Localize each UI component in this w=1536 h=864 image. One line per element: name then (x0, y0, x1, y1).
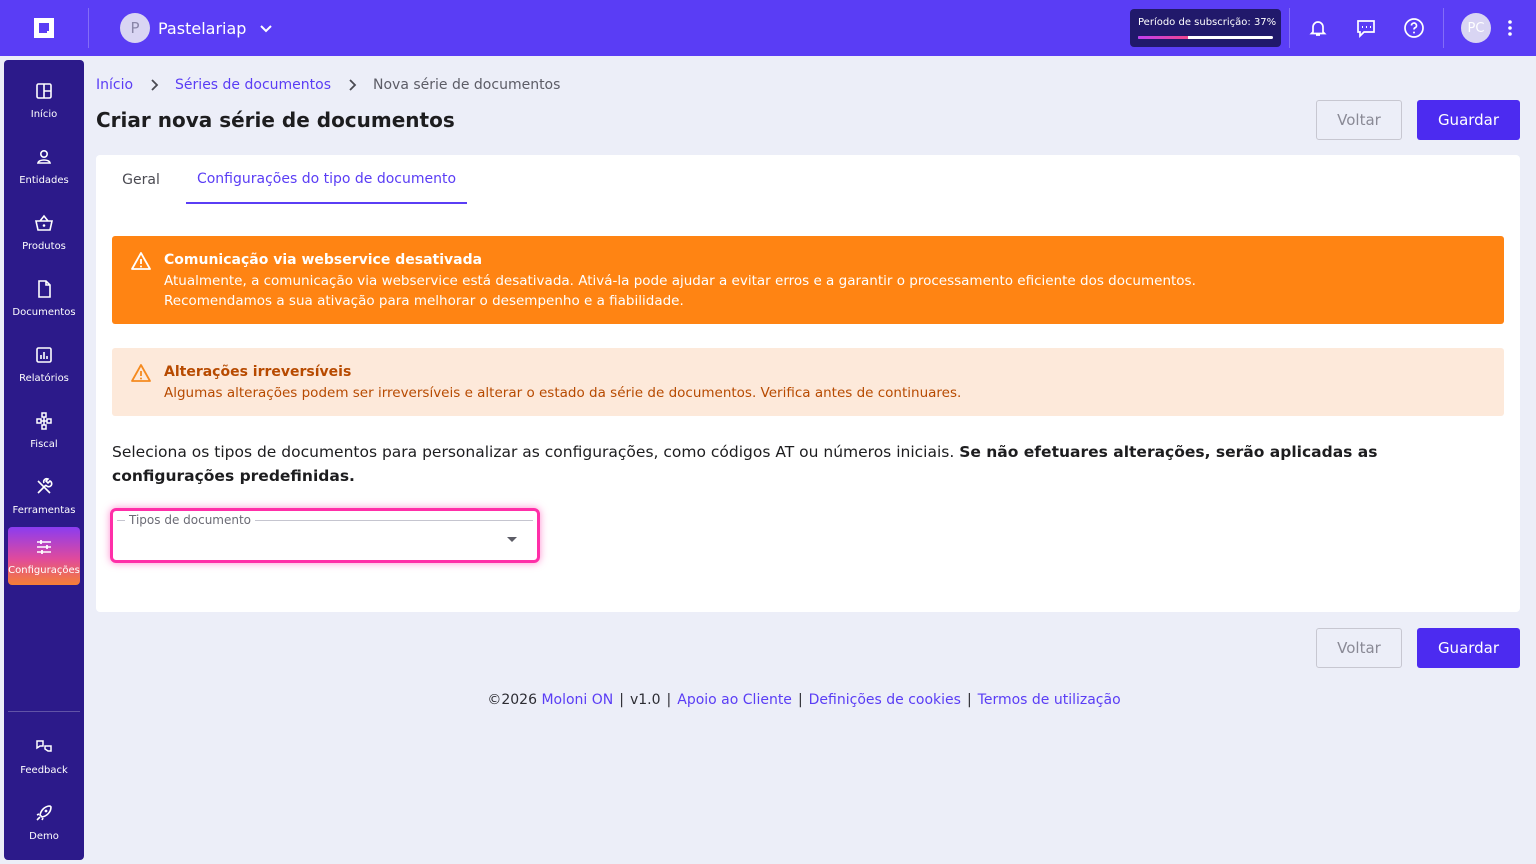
feedback-icon (36, 739, 52, 752)
alert-text: Algumas alterações podem ser irreversíve… (164, 385, 962, 401)
chart-icon (36, 346, 52, 363)
sidebar-item-label: Entidades (19, 174, 69, 186)
sidebar-divider (8, 711, 80, 712)
webservice-warning-alert: Comunicação via webservice desativada At… (112, 236, 1504, 324)
form-card: Geral Configurações do tipo de documento… (96, 155, 1520, 612)
moloni-logo-icon[interactable] (30, 14, 58, 42)
footer-cookies-link[interactable]: Definições de cookies (809, 692, 961, 708)
tab-general[interactable]: Geral (108, 155, 174, 204)
company-name: Pastelariap (158, 18, 247, 38)
sidebar-item-label: Fiscal (30, 438, 58, 450)
chat-icon[interactable] (1352, 14, 1380, 42)
footer-separator: | (966, 692, 972, 708)
sidebar-item-documentos[interactable]: Documentos (8, 269, 80, 327)
sliders-icon (37, 539, 51, 554)
warning-icon (131, 252, 151, 270)
back-button-bottom[interactable]: Voltar (1316, 628, 1402, 668)
sidebar: Início Entidades Produtos Documentos Rel… (4, 60, 84, 860)
dashboard-icon (36, 82, 52, 99)
sidebar-item-label: Produtos (22, 240, 66, 252)
subscription-label: Período de subscrição: 37% (1138, 17, 1277, 28)
footer-copyright: ©2026 (487, 692, 537, 708)
alert-text: Recomendamos a sua ativação para melhora… (164, 293, 684, 309)
chevron-right-icon (151, 79, 159, 91)
fiscal-icon (36, 411, 52, 430)
page-title: Criar nova série de documentos (96, 108, 455, 132)
footer: ©2026 Moloni ON | v1.0 | Apoio ao Cliente | De… (0, 692, 1536, 708)
top-bar: P Pastelariap Período de subscrição: 37%… (0, 0, 1536, 56)
company-avatar: P (120, 13, 150, 43)
sidebar-item-entidades[interactable]: Entidades (8, 137, 80, 195)
footer-support-link[interactable]: Apoio ao Cliente (677, 692, 792, 708)
alert-title: Alterações irreversíveis (164, 364, 352, 380)
divider (1289, 8, 1290, 48)
footer-version: v1.0 (629, 692, 661, 708)
alert-text: Atualmente, a comunicação via webservice… (164, 273, 1196, 289)
breadcrumb-home[interactable]: Início (96, 77, 133, 93)
footer-separator: | (619, 692, 624, 708)
dropdown-arrow-icon (507, 537, 517, 542)
sidebar-item-label: Início (30, 108, 58, 120)
divider (88, 8, 89, 48)
sidebar-item-label: Ferramentas (12, 504, 76, 516)
subscription-period[interactable]: Período de subscrição: 37% (1130, 9, 1281, 47)
breadcrumb-current: Nova série de documentos (373, 77, 561, 93)
footer-product-link[interactable]: Moloni ON (541, 692, 613, 708)
document-icon (38, 279, 51, 298)
warning-icon (131, 364, 151, 382)
sidebar-item-produtos[interactable]: Produtos (8, 203, 80, 261)
bell-icon[interactable] (1304, 14, 1332, 42)
back-button[interactable]: Voltar (1316, 100, 1402, 140)
subscription-progress-fill (1138, 36, 1188, 39)
sidebar-item-label: Configurações (8, 564, 80, 576)
footer-separator: | (797, 692, 803, 708)
footer-separator: | (666, 692, 672, 708)
save-button[interactable]: Guardar (1417, 100, 1520, 140)
person-icon (36, 149, 52, 164)
sidebar-item-label: Documentos (12, 306, 76, 318)
sidebar-item-label: Feedback (20, 764, 68, 776)
select-label: Tipos de documento (125, 513, 256, 527)
tab-document-type-config[interactable]: Configurações do tipo de documento (186, 155, 467, 204)
more-options-icon[interactable] (1502, 16, 1518, 40)
sidebar-item-inicio[interactable]: Início (8, 71, 80, 129)
chevron-right-icon (349, 79, 357, 91)
chevron-down-icon (260, 25, 273, 33)
help-icon[interactable] (1400, 14, 1428, 42)
company-selector[interactable]: P Pastelariap (120, 12, 274, 44)
document-types-select[interactable]: Tipos de documento (110, 508, 540, 563)
sidebar-item-demo[interactable]: Demo (8, 793, 80, 851)
breadcrumb: Início Séries de documentos Nova série d… (96, 75, 560, 95)
save-button-bottom[interactable]: Guardar (1417, 628, 1520, 668)
sidebar-item-relatorios[interactable]: Relatórios (8, 335, 80, 393)
subscription-progress-bar (1138, 36, 1273, 39)
alert-title: Comunicação via webservice desativada (164, 252, 483, 268)
irreversible-changes-alert: Alterações irreversíveis Algumas alteraç… (112, 348, 1504, 416)
divider (1443, 8, 1444, 48)
intro-text-regular: Seleciona os tipos de documentos para pe… (112, 443, 960, 461)
sidebar-item-ferramentas[interactable]: Ferramentas (8, 467, 80, 525)
intro-text: Seleciona os tipos de documentos para pe… (112, 440, 1472, 488)
basket-icon (35, 214, 53, 231)
footer-terms-link[interactable]: Termos de utilização (978, 692, 1121, 708)
sidebar-item-label: Relatórios (19, 372, 69, 384)
sidebar-item-configuracoes[interactable]: Configurações (8, 527, 80, 585)
sidebar-item-feedback[interactable]: Feedback (8, 727, 80, 785)
sidebar-item-fiscal[interactable]: Fiscal (8, 401, 80, 459)
user-avatar[interactable]: PC (1461, 13, 1491, 43)
breadcrumb-series[interactable]: Séries de documentos (175, 77, 331, 93)
sidebar-item-label: Demo (29, 830, 59, 842)
rocket-icon (36, 804, 52, 821)
tools-icon (37, 477, 53, 494)
